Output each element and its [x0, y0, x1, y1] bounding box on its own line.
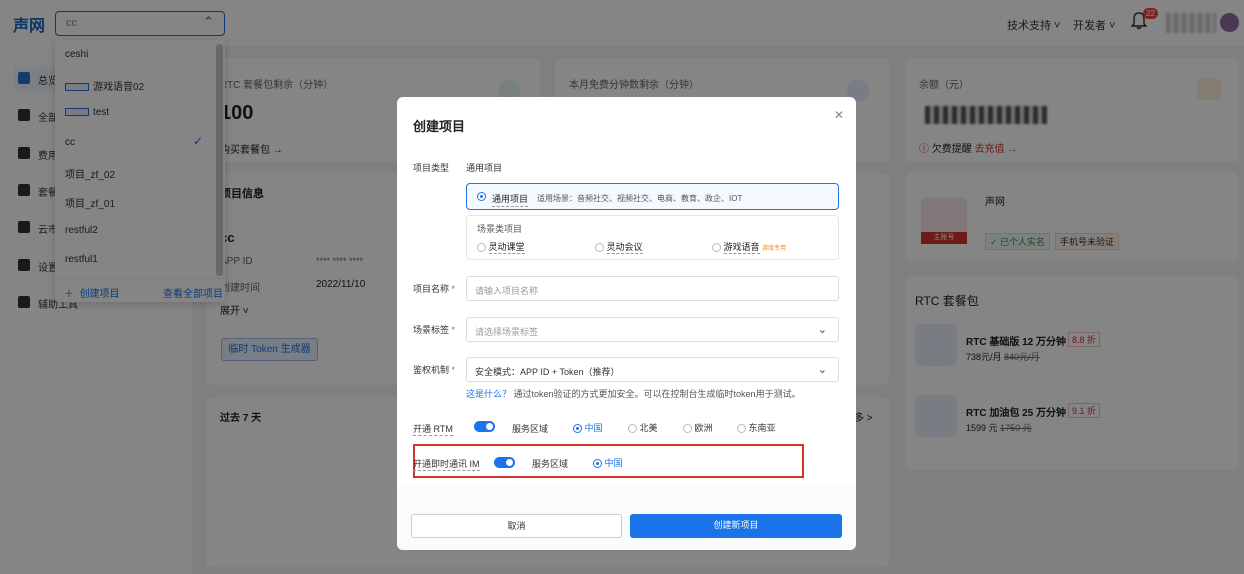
close-icon[interactable]: ✕ — [834, 108, 844, 122]
rtm-region-eu[interactable]: 欧洲 — [683, 421, 713, 434]
create-project-modal: 创建项目 ✕ 项目类型 通用项目 通用项目 适用场景：音频社交、视频社交、电商、… — [397, 97, 856, 550]
radio-eu[interactable] — [683, 424, 692, 434]
general-option-desc: 适用场景：音频社交、视频社交、电商、教育、政企、IOT — [537, 194, 743, 203]
scene-title: 场景类项目 — [477, 224, 523, 234]
create-project-button[interactable]: 创建新项目 — [630, 514, 842, 538]
scene-option-game-voice[interactable]: 游戏语音 游戏专用 — [712, 240, 786, 254]
rtm-toggle[interactable] — [474, 421, 495, 432]
rtm-region-label: 服务区域 — [512, 424, 549, 434]
radio-na[interactable] — [628, 424, 637, 434]
auth-help-link[interactable]: 这是什么？ — [466, 389, 511, 399]
chevron-down-icon: ⌄ — [817, 324, 827, 336]
scene-tag-label: 场景标签 * — [413, 325, 456, 335]
cancel-button[interactable]: 取消 — [411, 514, 622, 538]
project-type-value: 通用项目 — [466, 163, 503, 173]
scene-project-box: 场景类项目 灵动课堂 灵动会议 游戏语音 游戏专用 — [466, 215, 839, 260]
modal-title: 创建项目 — [413, 119, 466, 134]
radio-china[interactable] — [573, 424, 582, 434]
im-region-china[interactable]: 中国 — [593, 456, 623, 469]
scene-option-meeting[interactable]: 灵动会议 — [595, 240, 643, 254]
rtm-region-na[interactable]: 北美 — [628, 421, 658, 434]
project-type-label: 项目类型 — [413, 163, 450, 173]
im-region-label: 服务区域 — [532, 459, 569, 469]
radio-meeting[interactable] — [595, 243, 604, 253]
radio-game-voice[interactable] — [712, 243, 721, 253]
general-option-label: 通用项目 — [492, 192, 529, 207]
radio-sea[interactable] — [737, 424, 746, 434]
radio-im-china[interactable] — [593, 459, 602, 469]
radio-classroom[interactable] — [477, 243, 486, 253]
general-project-option[interactable]: 通用项目 适用场景：音频社交、视频社交、电商、教育、政企、IOT — [466, 183, 839, 210]
im-label: 开通即时通讯 IM — [413, 459, 480, 471]
project-name-label: 项目名称 * — [413, 284, 456, 294]
chevron-down-icon: ⌄ — [817, 364, 827, 376]
rtm-label: 开通 RTM — [413, 424, 453, 436]
auth-hint: 这是什么？ 通过token验证的方式更加安全。可以在控制台生成临时token用于… — [466, 389, 801, 399]
scene-option-classroom[interactable]: 灵动课堂 — [477, 240, 525, 254]
rtm-region-sea[interactable]: 东南亚 — [737, 421, 776, 434]
radio-general[interactable] — [477, 192, 486, 201]
im-toggle[interactable] — [494, 457, 515, 468]
auth-select[interactable]: 安全模式：APP ID + Token（推荐） ⌄ — [466, 357, 839, 382]
auth-label: 鉴权机制 * — [413, 365, 456, 375]
project-name-input[interactable]: 请输入项目名称 — [466, 276, 839, 301]
scene-tag-select[interactable]: 请选择场景标签 ⌄ — [466, 317, 839, 342]
rtm-region-china[interactable]: 中国 — [573, 421, 603, 434]
